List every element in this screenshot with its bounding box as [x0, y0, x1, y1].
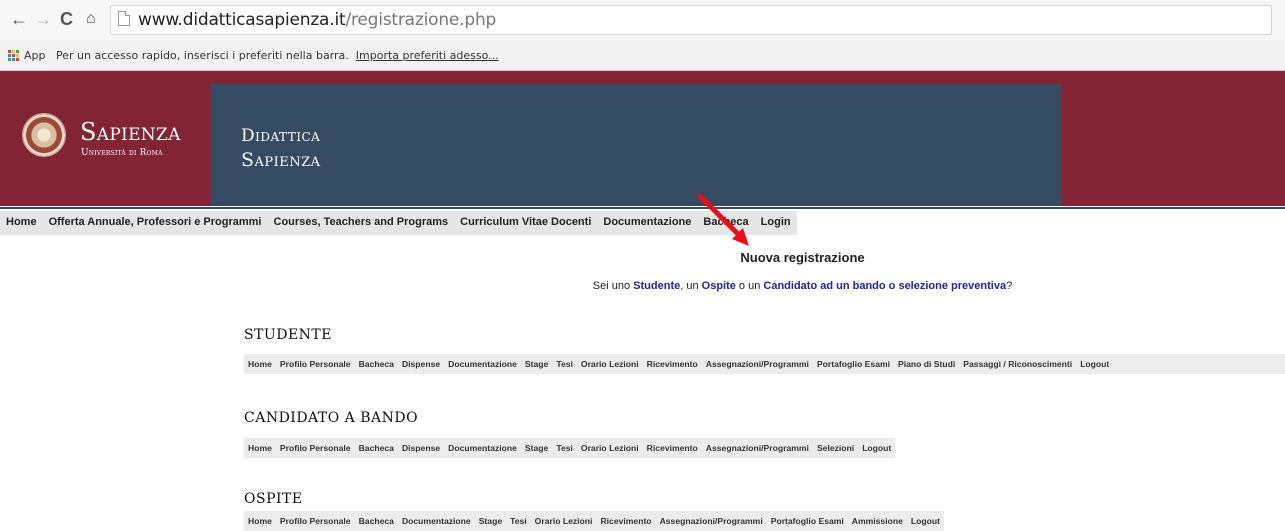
subnav-item[interactable]: Documentazione: [444, 354, 521, 374]
subnav-item[interactable]: Home: [244, 438, 276, 458]
subnav-item[interactable]: Ricevimento: [596, 511, 655, 531]
back-arrow-icon[interactable]: ←: [10, 9, 28, 29]
subnav-item[interactable]: Dispense: [398, 438, 444, 458]
subnav-item[interactable]: Profilo Personale: [276, 354, 355, 374]
subnav-studente: Home Profilo Personale Bacheca Dispense …: [244, 354, 1285, 374]
nav-offerta-annuale[interactable]: Offerta Annuale, Professori e Programmi: [43, 211, 268, 235]
subnav-item[interactable]: Assegnazioni/Programmi: [656, 511, 767, 531]
sapienza-seal-icon: [22, 113, 66, 157]
sapienza-logo[interactable]: Sapienza: [80, 118, 181, 146]
subnav-item[interactable]: Bacheca: [355, 511, 398, 531]
reload-icon[interactable]: C: [60, 9, 73, 29]
subnav-item[interactable]: Logout: [1076, 354, 1113, 374]
subnav-item[interactable]: Bacheca: [355, 354, 398, 374]
bookmarks-bar: App Per un accesso rapido, inserisci i p…: [0, 40, 1285, 71]
import-bookmarks-link[interactable]: Importa preferiti adesso...: [356, 49, 499, 62]
subnav-item[interactable]: Tesi: [552, 354, 577, 374]
nav-login[interactable]: Login: [755, 211, 797, 235]
section-title-ospite: OSPITE: [244, 491, 303, 507]
nav-documentazione[interactable]: Documentazione: [597, 211, 697, 235]
address-bar[interactable]: www.didatticasapienza.it/registrazione.p…: [110, 5, 1272, 35]
subnav-item[interactable]: Stage: [521, 438, 552, 458]
subnav-item[interactable]: Assegnazioni/Programmi: [702, 438, 813, 458]
nav-courses[interactable]: Courses, Teachers and Programs: [268, 211, 455, 235]
apps-bookmark[interactable]: App: [24, 49, 46, 62]
nav-bacheca[interactable]: Bacheca: [697, 211, 754, 235]
page-title: Nuova registrazione: [740, 250, 865, 265]
subnav-item[interactable]: Home: [244, 354, 276, 374]
subnav-item[interactable]: Selezioni: [813, 438, 858, 458]
subnav-item[interactable]: Logout: [907, 511, 944, 531]
subnav-item[interactable]: Stage: [521, 354, 552, 374]
subnav-item[interactable]: Profilo Personale: [276, 511, 355, 531]
site-title-panel: Didattica Sapienza: [211, 84, 1061, 206]
forward-arrow-icon[interactable]: →: [34, 9, 52, 29]
subnav-item[interactable]: Ricevimento: [643, 438, 702, 458]
subnav-item[interactable]: Piano di Studi: [894, 354, 959, 374]
subnav-item[interactable]: Documentazione: [444, 438, 521, 458]
page-icon: [118, 11, 130, 26]
subnav-item[interactable]: Orario Lezioni: [531, 511, 597, 531]
nav-home[interactable]: Home: [0, 211, 43, 235]
subnav-item[interactable]: Ammissione: [848, 511, 907, 531]
url-text: www.didatticasapienza.it/registrazione.p…: [138, 10, 497, 30]
subnav-item[interactable]: Portafoglio Esami: [813, 354, 894, 374]
subnav-item[interactable]: Home: [244, 511, 276, 531]
home-icon[interactable]: ⌂: [86, 9, 96, 29]
subnav-item[interactable]: Orario Lezioni: [577, 438, 643, 458]
site-title-line1: Didattica: [241, 126, 321, 146]
subnav-item[interactable]: Passaggi / Riconoscimenti: [959, 354, 1076, 374]
subnav-item[interactable]: Ricevimento: [643, 354, 702, 374]
subnav-item[interactable]: Profilo Personale: [276, 438, 355, 458]
sapienza-logo-subtitle: Università di Roma: [81, 148, 163, 158]
subnav-item[interactable]: Dispense: [398, 354, 444, 374]
subnav-item[interactable]: Stage: [475, 511, 506, 531]
subnav-item[interactable]: Assegnazioni/Programmi: [702, 354, 813, 374]
site-header: Sapienza Università di Roma Didattica Sa…: [0, 71, 1285, 206]
subnav-candidato: Home Profilo Personale Bacheca Dispense …: [244, 438, 896, 458]
studente-link[interactable]: Studente: [633, 280, 680, 292]
section-title-studente: STUDENTE: [244, 327, 332, 343]
apps-grid-icon[interactable]: [8, 50, 20, 62]
subnav-ospite: Home Profilo Personale Bacheca Documenta…: [244, 511, 944, 531]
ospite-link[interactable]: Ospite: [702, 280, 736, 292]
section-title-candidato: CANDIDATO A BANDO: [244, 410, 419, 426]
browser-toolbar: ← → C ⌂ www.didatticasapienza.it/registr…: [0, 0, 1285, 40]
main-nav: Home Offerta Annuale, Professori e Progr…: [0, 207, 1285, 236]
nav-curriculum-vitae[interactable]: Curriculum Vitae Docenti: [454, 211, 597, 235]
subnav-item[interactable]: Tesi: [506, 511, 531, 531]
candidato-link[interactable]: Candidato ad un bando o selezione preven…: [763, 280, 1006, 292]
subnav-item[interactable]: Tesi: [552, 438, 577, 458]
registration-question: Sei uno Studente, un Ospite o un Candida…: [592, 280, 1013, 292]
subnav-item[interactable]: Portafoglio Esami: [767, 511, 848, 531]
subnav-item[interactable]: Orario Lezioni: [577, 354, 643, 374]
subnav-item[interactable]: Logout: [858, 438, 895, 458]
subnav-item[interactable]: Bacheca: [355, 438, 398, 458]
subnav-item[interactable]: Documentazione: [398, 511, 475, 531]
bookmarks-hint: Per un accesso rapido, inserisci i prefe…: [56, 49, 499, 62]
site-title-line2: Sapienza: [241, 149, 321, 171]
